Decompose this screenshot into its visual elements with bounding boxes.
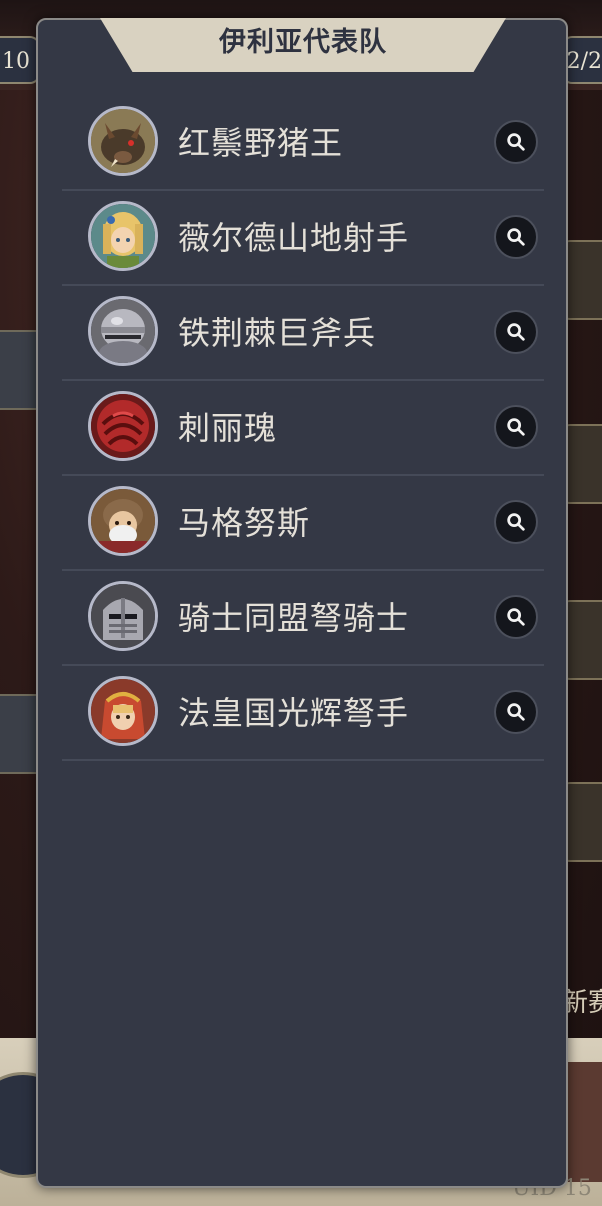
team-roster-panel: 伊利亚代表队 红鬃野猪王 薇尔德山地射手 铁荆棘巨斧兵 刺丽瑰 马格努斯 骑士同… bbox=[36, 18, 568, 1188]
inspect-button[interactable] bbox=[494, 595, 538, 639]
season-label-fragment: 新赛 bbox=[562, 988, 602, 1018]
rose-portrait-icon bbox=[88, 391, 158, 461]
unit-row[interactable]: 铁荆棘巨斧兵 bbox=[62, 286, 544, 381]
unit-name: 刺丽瑰 bbox=[178, 409, 278, 447]
boar-king-portrait-icon bbox=[88, 106, 158, 176]
right-counter-badge: 2/2 bbox=[562, 36, 602, 84]
left-emblem-slot bbox=[0, 330, 38, 410]
magnifier-icon bbox=[507, 608, 525, 626]
unit-row[interactable]: 法皇国光辉弩手 bbox=[62, 666, 544, 761]
magnifier-icon bbox=[507, 323, 525, 341]
crossbow-knight-portrait-icon bbox=[88, 581, 158, 651]
inspect-button[interactable] bbox=[494, 405, 538, 449]
inspect-button[interactable] bbox=[494, 215, 538, 259]
magnifier-icon bbox=[507, 418, 525, 436]
left-counter-badge: 10 bbox=[0, 36, 40, 84]
unit-name: 薇尔德山地射手 bbox=[178, 219, 410, 257]
unit-row[interactable]: 刺丽瑰 bbox=[62, 381, 544, 476]
radiant-crossbowman-portrait-icon bbox=[88, 676, 158, 746]
unit-row[interactable]: 马格努斯 bbox=[62, 476, 544, 571]
inspect-button[interactable] bbox=[494, 500, 538, 544]
title-plate: 伊利亚代表队 bbox=[100, 18, 506, 72]
unit-row[interactable]: 红鬃野猪王 bbox=[62, 96, 544, 191]
unit-name: 骑士同盟弩骑士 bbox=[178, 599, 410, 637]
panel-title: 伊利亚代表队 bbox=[219, 27, 387, 58]
unit-row[interactable]: 骑士同盟弩骑士 bbox=[62, 571, 544, 666]
bottom-right-panel bbox=[568, 1062, 602, 1182]
inspect-button[interactable] bbox=[494, 120, 538, 164]
mountain-archer-portrait-icon bbox=[88, 201, 158, 271]
magnus-portrait-icon bbox=[88, 486, 158, 556]
unit-name: 红鬃野猪王 bbox=[178, 124, 344, 162]
unit-row[interactable]: 薇尔德山地射手 bbox=[62, 191, 544, 286]
game-screen: 10 2/2 新赛 UID 15 伊利亚代表队 红鬃野猪王 薇尔德山地射手 铁荆… bbox=[0, 0, 602, 1206]
inspect-button[interactable] bbox=[494, 690, 538, 734]
iron-axeman-portrait-icon bbox=[88, 296, 158, 366]
left-emblem-slot bbox=[0, 694, 38, 774]
unit-list: 红鬃野猪王 薇尔德山地射手 铁荆棘巨斧兵 刺丽瑰 马格努斯 骑士同盟弩骑士 法皇… bbox=[62, 96, 544, 761]
magnifier-icon bbox=[507, 703, 525, 721]
magnifier-icon bbox=[507, 513, 525, 531]
magnifier-icon bbox=[507, 228, 525, 246]
unit-name: 法皇国光辉弩手 bbox=[178, 694, 410, 732]
unit-name: 马格努斯 bbox=[178, 504, 311, 542]
magnifier-icon bbox=[507, 133, 525, 151]
inspect-button[interactable] bbox=[494, 310, 538, 354]
unit-name: 铁荆棘巨斧兵 bbox=[178, 314, 377, 352]
